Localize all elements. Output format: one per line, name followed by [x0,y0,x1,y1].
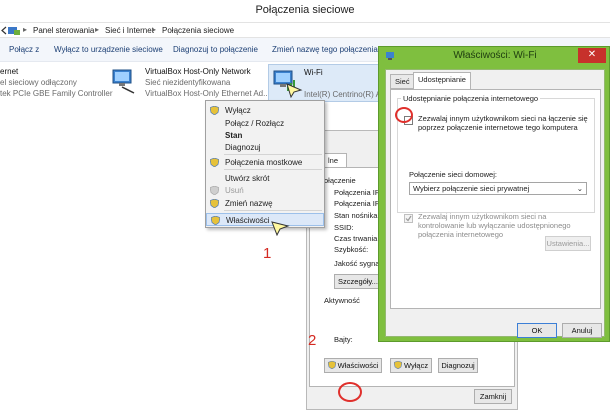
allow-sharing-label: Zezwalaj innym użytkownikom sieci na łąc… [418,114,588,132]
menu-item-properties[interactable]: Właściwości [206,213,324,226]
properties-dialog: Właściwości: Wi-Fi ✕ Sieć Udostępnianie … [378,46,610,342]
allow-control-label: Zezwalaj innym użytkownikom sieci na kon… [418,212,571,239]
connection-status: Sieć niezidentyfikowana [145,78,231,87]
connection-item-ethernet[interactable]: ernet el sieciowy odłączony tek PCIe GBE… [0,66,113,100]
annotation-number: 2 [308,332,317,349]
diagnose-button[interactable]: Diagnozuj [438,358,478,373]
menu-item-bridge[interactable]: Połączenia mostkowe [206,156,324,169]
ok-button[interactable]: OK [517,323,557,338]
allow-control-checkbox [404,214,413,223]
breadcrumb-separator: ▸ [23,25,28,34]
rename-connection-button[interactable]: Zmień nazwę tego połączenia [272,45,378,54]
ssid-label: SSID: [334,223,354,232]
back-arrow-icon[interactable] [1,26,7,35]
breadcrumb-control-panel[interactable]: Panel sterowania [33,26,94,35]
section-connection: ołączenie [324,176,356,185]
shield-icon [211,216,220,225]
cursor-icon [271,221,290,236]
properties-button[interactable]: Właściwości [324,358,382,373]
checkmark-icon [405,215,412,222]
context-menu: Wyłącz Połącz / Rozłącz Stan Diagnozuj P… [205,100,325,228]
connection-item-virtualbox[interactable]: VirtualBox Host-Only Network Sieć niezid… [110,64,270,100]
breadcrumb-separator: ▸ [95,25,100,34]
disable-button[interactable]: Wyłącz [390,358,432,373]
highlight-circle [395,107,413,123]
annotation-number: 1 [263,245,272,262]
control-panel-icon [8,27,20,35]
address-bar[interactable]: ▸ Panel sterowania ▸ Sieć i Internet ▸ P… [0,22,610,38]
speed-label: Szybkość: [334,245,369,254]
close-button[interactable]: ✕ [578,48,606,63]
cancel-button[interactable]: Anuluj [562,323,602,338]
menu-item-disable[interactable]: Wyłącz [206,104,324,117]
connection-device: tek PCIe GBE Family Controller [0,89,113,98]
details-button[interactable]: Szczegóły... [334,274,382,289]
home-network-label: Połączenie sieci domowej: [409,170,497,179]
shield-icon [210,199,219,208]
dialog-title: Właściwości: Wi-Fi [453,50,537,61]
connection-name: ernet [0,67,19,76]
breadcrumb-network-connections[interactable]: Połączenia sieciowe [162,26,234,35]
network-adapter-icon [112,69,135,94]
tab-network[interactable]: Sieć [390,74,415,89]
home-network-select[interactable]: Wybierz połączenie sieci prywatnej ⌄ [409,182,587,195]
disable-device-button[interactable]: Wyłącz to urządzenie sieciowe [54,45,163,54]
menu-separator [224,169,322,170]
shield-icon [210,158,219,167]
sharing-panel: Udostępnianie połączenia internetowego Z… [390,89,601,309]
shield-icon [327,360,336,370]
connection-status: el sieciowy odłączony [0,78,77,87]
breadcrumb-network-internet[interactable]: Sieć i Internet [105,26,154,35]
settings-button: Ustawienia... [545,236,591,251]
menu-separator [224,154,322,155]
menu-item-rename[interactable]: Zmień nazwę [206,197,324,210]
shield-icon [393,360,403,370]
menu-item-delete: Usuń [206,184,324,197]
duration-label: Czas trwania: [334,234,380,243]
cursor-icon [286,83,303,98]
shield-icon [210,186,219,195]
tab-sharing[interactable]: Udostępnianie [413,72,471,90]
connection-name: Wi-Fi [304,68,323,77]
shield-icon [210,106,219,115]
breadcrumb-separator: ▸ [152,25,157,34]
connection-name: VirtualBox Host-Only Network [145,67,251,76]
menu-item-diagnose[interactable]: Diagnozuj [206,141,324,154]
media-state-label: Stan nośnika: [334,211,380,220]
highlight-circle [338,382,362,402]
menu-separator [224,210,322,211]
ics-section-title: Udostępnianie połączenia internetowego [401,94,541,103]
window-title: Połączenia sieciowe [255,4,355,16]
diagnose-connection-button[interactable]: Diagnozuj to połączenie [173,45,258,54]
connect-to-button[interactable]: Połącz z [9,45,39,54]
section-activity: Aktywność [324,296,360,305]
chevron-down-icon: ⌄ [576,184,583,193]
bytes-label: Bajty: [334,335,353,344]
window-titlebar: Połączenia sieciowe [0,0,610,22]
close-status-button[interactable]: Zamknij [474,389,512,404]
dialog-body: Sieć Udostępnianie Udostępnianie połącze… [385,69,605,338]
connection-device: VirtualBox Host-Only Ethernet Ad... [145,89,270,98]
